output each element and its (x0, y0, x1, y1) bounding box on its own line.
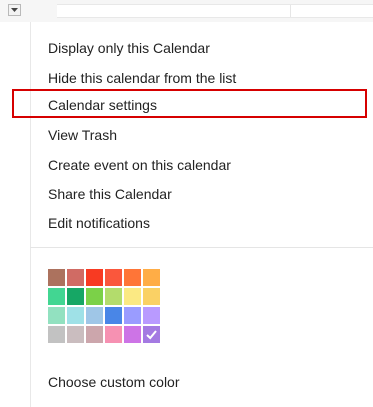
menu-item-display-only[interactable]: Display only this Calendar (48, 40, 210, 56)
color-swatch[interactable] (48, 288, 65, 305)
calendar-context-menu: Display only this Calendar Hide this cal… (0, 22, 373, 407)
color-swatch[interactable] (48, 307, 65, 324)
menu-item-calendar-settings[interactable]: Calendar settings (48, 97, 157, 113)
color-swatch[interactable] (105, 288, 122, 305)
menu-item-create-event[interactable]: Create event on this calendar (48, 157, 231, 173)
color-swatch[interactable] (86, 269, 103, 286)
choose-custom-color-link[interactable]: Choose custom color (48, 374, 180, 390)
color-swatch[interactable] (86, 307, 103, 324)
menu-divider (30, 247, 373, 248)
menu-item-view-trash[interactable]: View Trash (48, 127, 117, 143)
color-swatch[interactable] (67, 288, 84, 305)
color-swatch[interactable] (124, 326, 141, 343)
color-swatch[interactable] (105, 269, 122, 286)
checkmark-icon (143, 326, 160, 343)
color-swatch[interactable] (67, 307, 84, 324)
color-swatch[interactable] (86, 288, 103, 305)
color-swatch[interactable] (105, 307, 122, 324)
menu-item-edit-notifications[interactable]: Edit notifications (48, 215, 150, 231)
color-swatch[interactable] (48, 326, 65, 343)
calendar-options-dropdown-button[interactable] (8, 4, 21, 16)
color-swatch[interactable] (143, 269, 160, 286)
color-swatch[interactable] (48, 269, 65, 286)
color-swatch[interactable] (105, 326, 122, 343)
color-swatch[interactable] (143, 307, 160, 324)
color-swatch[interactable] (86, 326, 103, 343)
color-swatch[interactable] (124, 288, 141, 305)
color-swatch[interactable] (67, 326, 84, 343)
color-swatch[interactable] (143, 326, 160, 343)
color-swatch[interactable] (124, 307, 141, 324)
color-swatch[interactable] (124, 269, 141, 286)
calendar-row-field (57, 4, 373, 18)
color-swatch[interactable] (67, 269, 84, 286)
menu-item-share-calendar[interactable]: Share this Calendar (48, 186, 172, 202)
chevron-down-icon (9, 5, 20, 15)
menu-item-hide-calendar[interactable]: Hide this calendar from the list (48, 70, 236, 86)
color-swatch[interactable] (143, 288, 160, 305)
